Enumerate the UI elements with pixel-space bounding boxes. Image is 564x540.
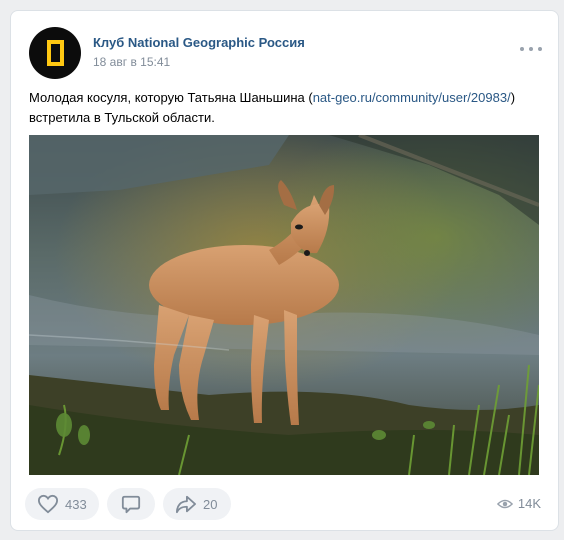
- like-count: 433: [65, 496, 87, 512]
- views-count: 14K: [517, 496, 541, 511]
- post-timestamp[interactable]: 18 авг в 15:41: [93, 55, 170, 69]
- post-photo[interactable]: [29, 135, 539, 475]
- post-text: Молодая косуля, которую Татьяна Шаньшина…: [29, 88, 544, 128]
- community-user-link[interactable]: nat-geo.ru/community/user/20983/: [313, 90, 511, 105]
- post-text-start: Молодая косуля, которую Татьяна Шаньшина…: [29, 90, 313, 105]
- national-geographic-frame-icon: [46, 40, 64, 66]
- heart-icon: [37, 494, 59, 514]
- roe-deer-photo: [29, 135, 539, 475]
- share-icon: [176, 495, 196, 514]
- share-button[interactable]: 20: [163, 488, 231, 520]
- national-geographic-logo-avatar[interactable]: [29, 27, 81, 79]
- like-button[interactable]: 433: [25, 488, 99, 520]
- post-header: Клуб National Geographic Россия 18 авг в…: [29, 27, 544, 79]
- post-actions: 433 20 14K: [25, 488, 545, 520]
- author-name-link[interactable]: Клуб National Geographic Россия: [93, 35, 305, 50]
- more-icon[interactable]: [520, 43, 542, 55]
- comment-button[interactable]: [107, 488, 155, 520]
- views-counter: 14K: [496, 496, 541, 511]
- post-card: Клуб National Geographic Россия 18 авг в…: [10, 10, 559, 531]
- comment-icon: [121, 495, 141, 514]
- share-count: 20: [203, 496, 218, 512]
- eye-icon: [496, 499, 513, 508]
